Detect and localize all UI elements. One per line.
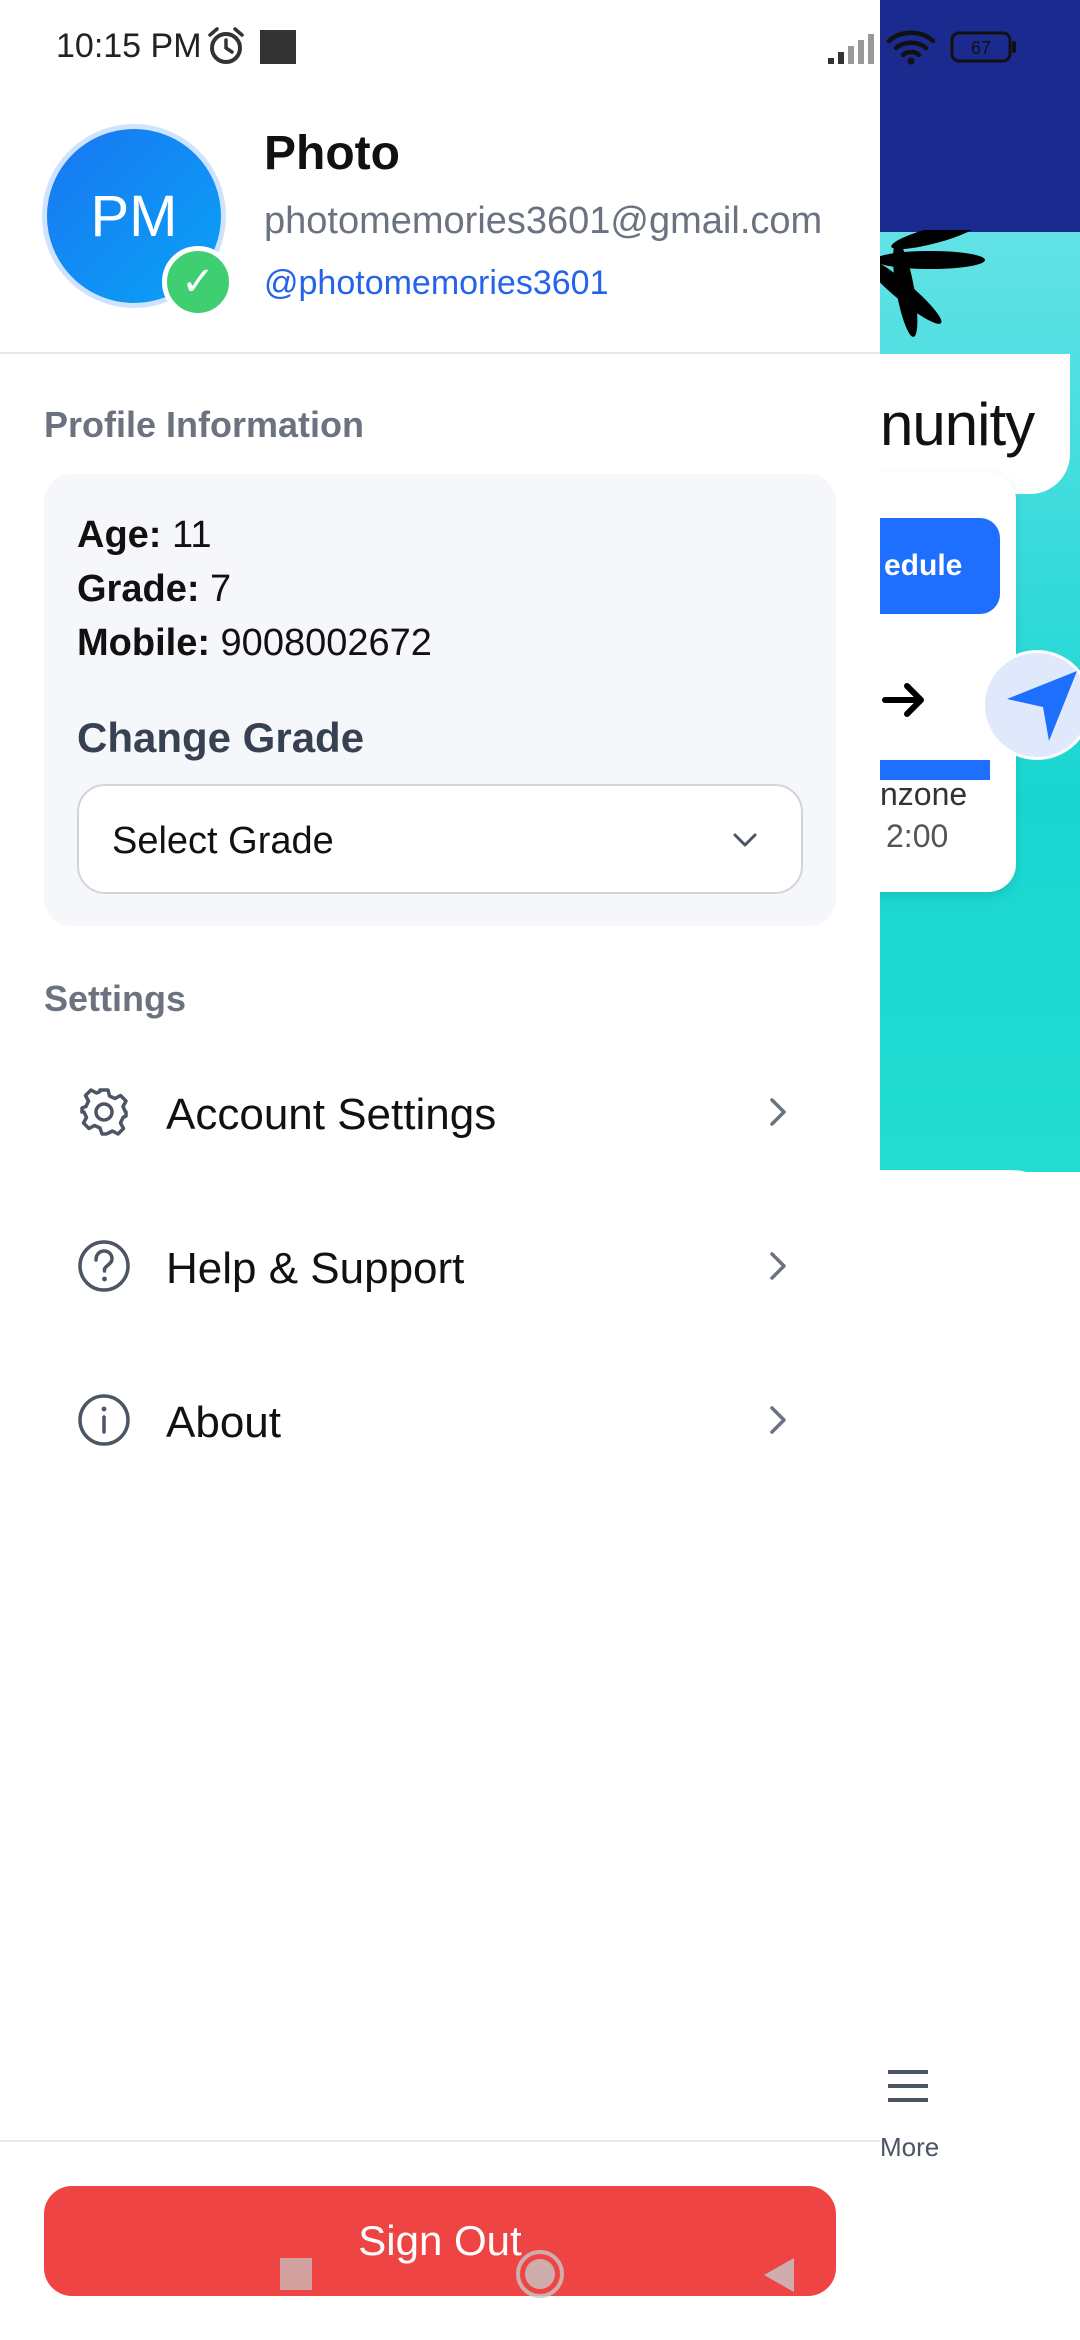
chevron-right-icon: [770, 1098, 786, 1126]
battery-icon: 67: [950, 31, 1018, 63]
menu-item-account-settings[interactable]: Account Settings: [44, 1052, 836, 1172]
age-row: Age: 11: [77, 514, 211, 557]
help-circle-icon: [78, 1240, 130, 1292]
grade-label: Grade:: [77, 568, 200, 610]
bottom-nav-more-label[interactable]: More: [880, 2132, 939, 2163]
profile-info-heading: Profile Information: [44, 404, 365, 445]
footer-divider: [0, 2140, 880, 2142]
background-app: nunity edule nzone 2:00 More: [880, 0, 1080, 2340]
menu-item-label: About: [166, 1398, 281, 1447]
background-schedule-button[interactable]: edule: [880, 518, 1000, 614]
age-value: 11: [172, 514, 212, 556]
wifi-icon: [886, 30, 936, 65]
chevron-right-icon: [770, 1252, 786, 1280]
profile-email: photomemories3601@gmail.com: [264, 200, 823, 242]
background-zone-text: nzone: [880, 776, 968, 812]
background-time-text: 2:00: [886, 818, 949, 854]
navigation-arrow-icon: [1007, 671, 1077, 741]
gear-icon: [80, 1088, 128, 1136]
system-home-button[interactable]: [516, 2250, 564, 2298]
battery-level: 67: [971, 38, 991, 58]
sign-out-button[interactable]: Sign Out: [44, 2186, 836, 2296]
notification-square-icon: [260, 30, 296, 64]
background-content-panel: [880, 1170, 1080, 2340]
status-time: 10:15 PM: [56, 27, 202, 65]
settings-heading: Settings: [44, 978, 187, 1019]
side-drawer: 10:15 PM PM ✓ Photo photomemories3601@gm…: [0, 0, 880, 2340]
change-grade-heading: Change Grade: [77, 714, 365, 761]
menu-item-about[interactable]: About: [44, 1360, 836, 1480]
burst-logo-icon: [880, 230, 985, 337]
profile-name: Photo: [264, 127, 400, 180]
grade-row: Grade: 7: [77, 568, 231, 611]
grade-value: 7: [210, 568, 232, 610]
profile-handle[interactable]: @photomemories3601: [264, 264, 608, 303]
verified-check-icon: ✓: [162, 246, 234, 318]
grade-select-value: Select Grade: [112, 820, 334, 862]
mobile-value: 9008002672: [220, 622, 432, 664]
menu-item-label: Help & Support: [166, 1244, 465, 1293]
chevron-right-icon: [770, 1406, 786, 1434]
grade-select-dropdown[interactable]: Select Grade: [77, 784, 803, 894]
chevron-down-icon: [733, 833, 757, 847]
home-dot-icon: [525, 2259, 555, 2289]
navigation-button[interactable]: [982, 650, 1080, 760]
profile-info-card: Age: 11 Grade: 7 Mobile: 9008002672 Chan…: [44, 474, 836, 926]
profile-header: PM ✓ Photo photomemories3601@gmail.com @…: [0, 96, 880, 354]
menu-item-label: Account Settings: [166, 1090, 497, 1139]
alarm-icon: [208, 27, 244, 64]
menu-lines-icon[interactable]: [886, 2068, 930, 2104]
info-icon: [78, 1394, 130, 1446]
mobile-label: Mobile:: [77, 622, 210, 664]
cell-signal-icon: [828, 34, 874, 64]
avatar-initials: PM: [90, 183, 178, 249]
background-community-text: nunity: [880, 391, 1035, 458]
age-label: Age:: [77, 514, 162, 556]
system-back-button[interactable]: [762, 2256, 796, 2294]
system-recents-button[interactable]: [280, 2258, 312, 2290]
mobile-row: Mobile: 9008002672: [77, 622, 432, 665]
menu-item-help-support[interactable]: Help & Support: [44, 1206, 836, 1326]
